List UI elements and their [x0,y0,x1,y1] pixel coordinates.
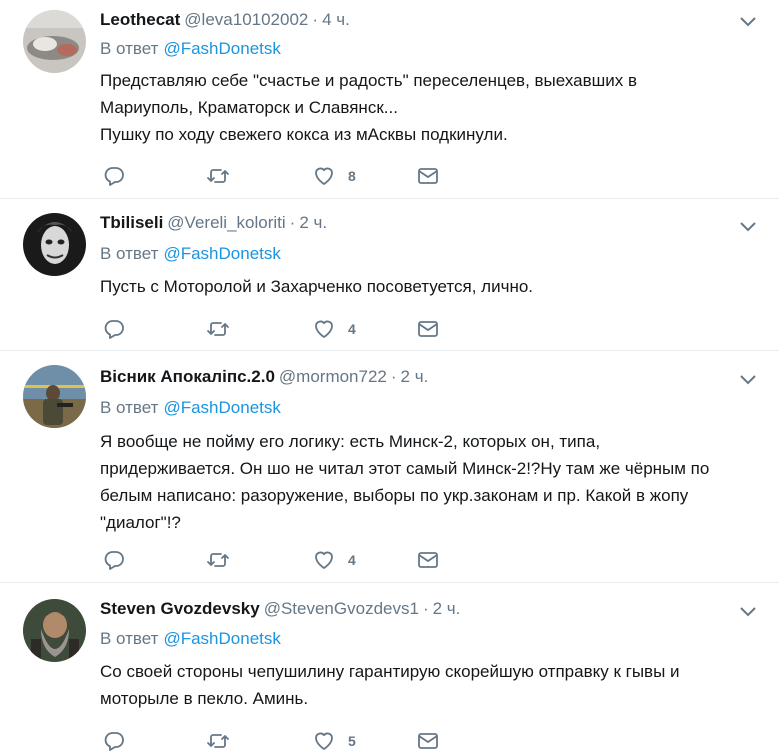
retweet-icon [207,169,229,183]
message-button[interactable] [416,163,440,189]
message-button[interactable] [416,547,440,573]
tweet[interactable]: Leothecat @leva10102002 · 4 ч. В ответ @Fash… [0,0,779,199]
user-handle[interactable]: @mormon722 [279,367,387,386]
like-count: 8 [348,168,356,184]
tweet-header: Вісник Апокаліпс.2.0 @mormon722 · 2 ч. [100,367,428,387]
action-bar: 4 [100,316,460,342]
message-button[interactable] [416,316,440,342]
reply-button[interactable] [102,316,126,342]
retweet-icon [207,553,229,567]
like-count: 5 [348,733,356,749]
reply-prefix: В ответ [100,39,159,58]
chevron-down-icon[interactable] [739,16,757,28]
like-button[interactable]: 4 [312,547,356,573]
like-button[interactable]: 5 [312,728,356,754]
envelope-icon [418,552,438,568]
envelope-icon [418,733,438,749]
retweet-button[interactable] [206,163,230,189]
reply-icon [104,732,124,751]
timestamp[interactable]: 2 ч. [401,367,429,386]
separator-dot: · [289,213,296,232]
chevron-down-icon[interactable] [739,606,757,618]
reply-button[interactable] [102,728,126,754]
tweet-header: Tbiliseli @Vereli_koloriti · 2 ч. [100,213,327,233]
like-button[interactable]: 8 [312,163,356,189]
retweet-icon [207,734,229,748]
tweet[interactable]: Tbiliseli @Vereli_koloriti · 2 ч. В ответ @F… [0,199,779,351]
tweet-text: Я вообще не пойму его логику: есть Минск… [100,432,710,532]
action-bar: 4 [100,547,460,573]
chevron-down-icon[interactable] [739,221,757,233]
reply-icon [104,551,124,570]
tweet-text: Пусть с Моторолой и Захарченко посоветуе… [100,277,534,296]
tweet-text: Со своей стороны чепушилину гарантирую с… [100,662,680,708]
reply-context: В ответ @FashDonetsk [100,629,281,649]
display-name[interactable]: Steven Gvozdevsky [100,599,260,618]
avatar[interactable] [23,213,86,276]
reply-to-link[interactable]: @FashDonetsk [163,629,280,648]
tweet-header: Leothecat @leva10102002 · 4 ч. [100,10,350,30]
retweet-button[interactable] [206,316,230,342]
reply-icon [104,320,124,339]
display-name[interactable]: Вісник Апокаліпс.2.0 [100,367,275,386]
user-handle[interactable]: @leva10102002 [184,10,308,29]
user-handle[interactable]: @StevenGvozdevs1 [264,599,419,618]
reply-context: В ответ @FashDonetsk [100,39,281,59]
avatar[interactable] [23,599,86,662]
envelope-icon [418,321,438,337]
separator-dot: · [422,599,429,618]
heart-icon [315,167,333,185]
action-bar: 5 [100,728,460,754]
user-handle[interactable]: @Vereli_koloriti [167,213,285,232]
reply-to-link[interactable]: @FashDonetsk [163,244,280,263]
reply-context: В ответ @FashDonetsk [100,244,281,264]
reply-prefix: В ответ [100,244,159,263]
reply-button[interactable] [102,547,126,573]
like-button[interactable]: 4 [312,316,356,342]
action-bar: 8 [100,163,460,189]
chevron-down-icon[interactable] [739,374,757,386]
retweet-icon [207,322,229,336]
retweet-button[interactable] [206,728,230,754]
reply-button[interactable] [102,163,126,189]
display-name[interactable]: Leothecat [100,10,180,29]
reply-to-link[interactable]: @FashDonetsk [163,39,280,58]
reply-icon [104,167,124,186]
reply-to-link[interactable]: @FashDonetsk [163,398,280,417]
heart-icon [315,732,333,750]
retweet-button[interactable] [206,547,230,573]
reply-prefix: В ответ [100,629,159,648]
avatar[interactable] [23,365,86,428]
like-count: 4 [348,321,356,337]
display-name[interactable]: Tbiliseli [100,213,163,232]
heart-icon [315,320,333,338]
reply-feed: Leothecat @leva10102002 · 4 ч. В ответ @Fash… [0,0,779,751]
separator-dot: · [312,10,319,29]
reply-context: В ответ @FashDonetsk [100,398,281,418]
timestamp[interactable]: 2 ч. [299,213,327,232]
reply-prefix: В ответ [100,398,159,417]
envelope-icon [418,168,438,184]
tweet-text: Представляю себе "счастье и радость" пер… [100,71,638,144]
tweet[interactable]: Steven Gvozdevsky @StevenGvozdevs1 · 2 ч. В… [0,583,779,751]
message-button[interactable] [416,728,440,754]
heart-icon [315,551,333,569]
like-count: 4 [348,552,356,568]
tweet-header: Steven Gvozdevsky @StevenGvozdevs1 · 2 ч. [100,599,460,619]
tweet[interactable]: Вісник Апокаліпс.2.0 @mormon722 · 2 ч. В от… [0,351,779,583]
avatar[interactable] [23,10,86,73]
timestamp[interactable]: 4 ч. [322,10,350,29]
separator-dot: · [390,367,397,386]
timestamp[interactable]: 2 ч. [433,599,461,618]
